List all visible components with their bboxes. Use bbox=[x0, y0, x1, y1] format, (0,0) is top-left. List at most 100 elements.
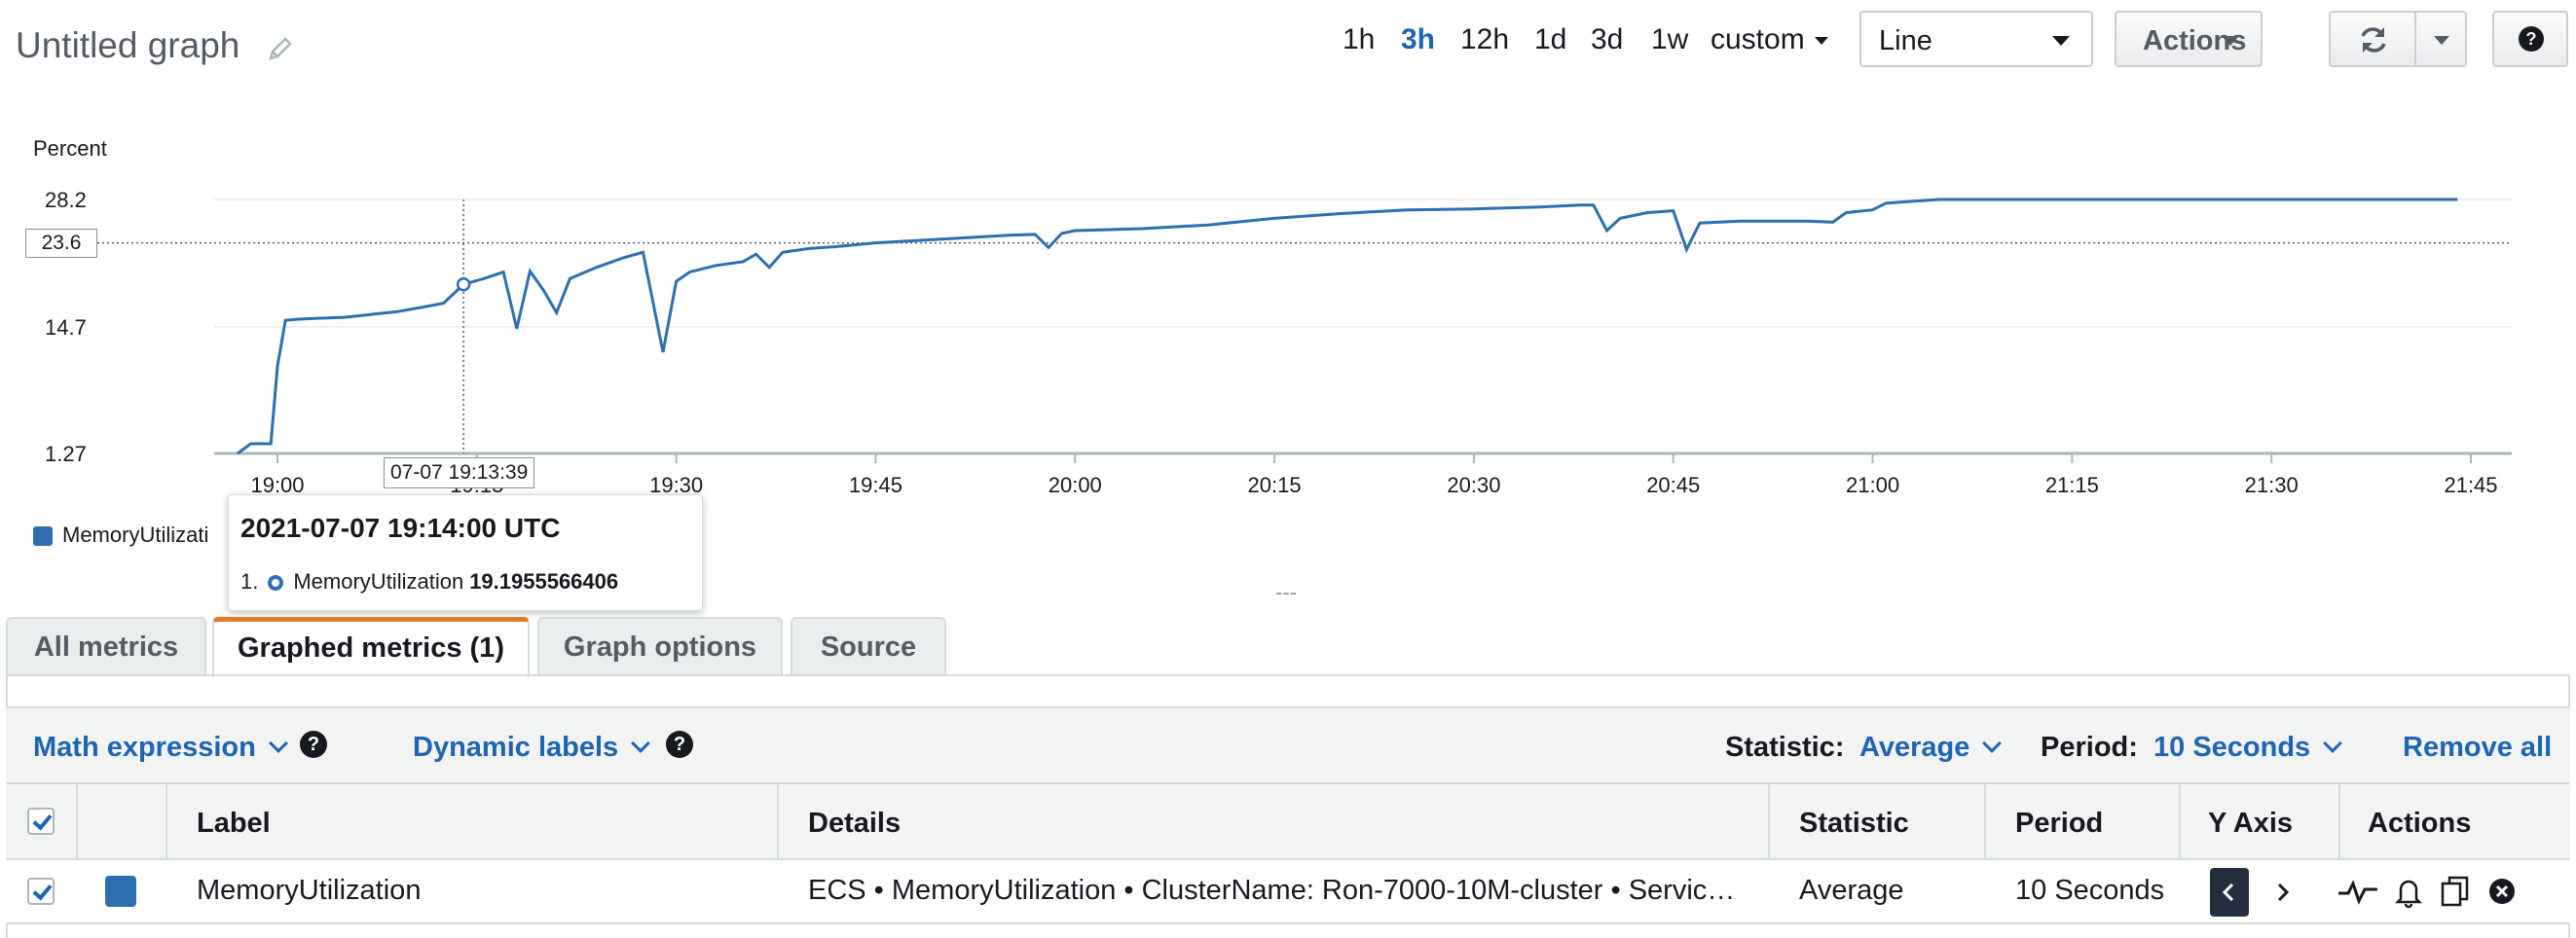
y-tick-label: 1.27 bbox=[45, 442, 87, 466]
range-custom-dropdown[interactable]: custom bbox=[1711, 23, 1828, 56]
help-icon: ? bbox=[2519, 26, 2544, 52]
math-expression-label: Math expression bbox=[33, 732, 256, 763]
caret-down-icon bbox=[2222, 36, 2239, 46]
column-header-y-axis[interactable]: Y Axis bbox=[2208, 808, 2293, 840]
chart-legend[interactable]: MemoryUtilizati bbox=[33, 523, 208, 548]
table-header: Label Details Statistic Period Y Axis Ac… bbox=[6, 784, 2570, 860]
chevron-right-icon bbox=[2277, 883, 2290, 902]
line-chart[interactable]: Percent 28.214.71.27 19:0019:1519:3019:4… bbox=[0, 117, 2576, 506]
chevron-down-icon bbox=[631, 734, 651, 753]
table-row[interactable]: MemoryUtilization ECS • MemoryUtilizatio… bbox=[6, 860, 2570, 924]
math-expression-dropdown[interactable]: Math expression bbox=[33, 732, 288, 764]
hover-point bbox=[456, 276, 471, 292]
crosshair-value-label: 23.6 bbox=[25, 229, 97, 258]
select-all-checkbox[interactable] bbox=[27, 808, 55, 835]
caret-down-icon bbox=[2434, 36, 2449, 45]
range-3h[interactable]: 3h bbox=[1401, 23, 1435, 56]
crosshair-time-label: 07-07 19:13:39 bbox=[384, 457, 535, 488]
column-divider bbox=[1984, 784, 1986, 858]
tab-source[interactable]: Source bbox=[791, 617, 946, 675]
copy-icon[interactable] bbox=[2438, 874, 2473, 909]
color-swatch[interactable] bbox=[105, 876, 136, 907]
x-tick-label: 21:15 bbox=[2045, 473, 2099, 497]
column-divider bbox=[1768, 784, 1770, 858]
tooltip-metric: MemoryUtilization bbox=[293, 569, 464, 594]
sparkline-icon[interactable] bbox=[2337, 874, 2379, 909]
graph-title: Untitled graph bbox=[16, 25, 240, 65]
caret-down-icon bbox=[1814, 37, 1828, 46]
column-header-statistic[interactable]: Statistic bbox=[1799, 808, 1909, 840]
series-marker-icon bbox=[268, 575, 284, 592]
column-header-actions: Actions bbox=[2368, 808, 2472, 839]
refresh-icon bbox=[2361, 27, 2386, 53]
legend-swatch bbox=[33, 526, 53, 547]
range-1w[interactable]: 1w bbox=[1651, 23, 1688, 56]
range-1d[interactable]: 1d bbox=[1534, 23, 1566, 56]
y-axis-left-button[interactable] bbox=[2210, 868, 2249, 917]
refresh-options-dropdown[interactable] bbox=[2414, 11, 2467, 67]
tooltip-title: 2021-07-07 19:14:00 UTC bbox=[240, 513, 561, 543]
row-statistic[interactable]: Average bbox=[1799, 875, 1974, 907]
data-tooltip: 2021-07-07 19:14:00 UTC 1. MemoryUtilizat… bbox=[228, 494, 703, 611]
row-period[interactable]: 10 Seconds bbox=[2015, 875, 2171, 907]
x-tick-label: 19:45 bbox=[849, 473, 902, 497]
statistic-label: Statistic: bbox=[1725, 732, 1845, 763]
y-tick-label: 14.7 bbox=[45, 315, 87, 340]
bell-icon[interactable] bbox=[2391, 874, 2426, 909]
column-divider bbox=[777, 784, 779, 858]
statistic-dropdown[interactable]: Average bbox=[1859, 732, 2003, 764]
row-checkbox[interactable] bbox=[27, 878, 55, 905]
y-axis-label: Percent bbox=[33, 136, 107, 161]
chevron-down-icon bbox=[1982, 734, 2003, 753]
graph-type-select[interactable]: Line bbox=[1859, 11, 2093, 67]
column-header-period[interactable]: Period bbox=[2015, 808, 2103, 840]
x-tick-label: 20:45 bbox=[1646, 473, 1700, 497]
period-dropdown[interactable]: 10 Seconds bbox=[2153, 732, 2343, 764]
tab-graph-options[interactable]: Graph options bbox=[537, 617, 783, 675]
column-divider bbox=[2338, 784, 2340, 858]
grid bbox=[214, 198, 2512, 455]
x-tick-label: 20:30 bbox=[1447, 473, 1500, 497]
refresh-button[interactable] bbox=[2329, 11, 2416, 67]
caret-down-icon bbox=[2052, 36, 2070, 46]
remove-all-link[interactable]: Remove all bbox=[2403, 732, 2552, 764]
close-icon[interactable] bbox=[2484, 874, 2520, 909]
chevron-left-icon bbox=[2222, 883, 2234, 902]
help-button[interactable]: ? bbox=[2492, 11, 2568, 67]
x-axis-ticks: 19:0019:1519:3019:4520:0020:1520:3020:45… bbox=[250, 453, 2498, 497]
dynamic-labels-dropdown[interactable]: Dynamic labels bbox=[413, 732, 651, 764]
column-divider bbox=[2179, 784, 2181, 858]
x-tick-label: 21:45 bbox=[2444, 473, 2497, 497]
svg-text:?: ? bbox=[2526, 29, 2537, 49]
tooltip-value: 19.1955566406 bbox=[469, 569, 619, 594]
tab-graphed-metrics[interactable]: Graphed metrics (1) bbox=[212, 617, 530, 677]
pencil-icon[interactable] bbox=[267, 35, 294, 62]
chevron-down-icon bbox=[2323, 734, 2343, 753]
range-12h[interactable]: 12h bbox=[1460, 23, 1509, 56]
tooltip-row: 1. MemoryUtilization 19.1955566406 bbox=[240, 569, 618, 595]
resize-handle[interactable]: --- bbox=[1275, 580, 1297, 605]
row-details: ECS • MemoryUtilization • ClusterName: R… bbox=[808, 875, 1736, 906]
range-custom-label: custom bbox=[1711, 23, 1805, 55]
dynamic-labels-label: Dynamic labels bbox=[413, 732, 619, 763]
x-tick-label: 21:30 bbox=[2245, 473, 2299, 497]
help-icon[interactable]: ? bbox=[300, 731, 327, 758]
column-header-label[interactable]: Label bbox=[197, 808, 271, 840]
column-header-details[interactable]: Details bbox=[808, 808, 901, 840]
range-1h[interactable]: 1h bbox=[1343, 23, 1375, 56]
graph-type-value: Line bbox=[1879, 25, 1932, 56]
statistic-value: Average bbox=[1859, 732, 1970, 763]
tooltip-index: 1. bbox=[240, 569, 259, 594]
y-axis-right-button[interactable] bbox=[2263, 868, 2301, 917]
metrics-toolbar: Math expression ? Dynamic labels ? Stati… bbox=[6, 706, 2570, 784]
range-3d[interactable]: 3d bbox=[1591, 23, 1623, 56]
tab-all-metrics[interactable]: All metrics bbox=[6, 617, 206, 675]
x-tick-label: 21:00 bbox=[1846, 473, 1899, 497]
period-value: 10 Seconds bbox=[2153, 732, 2311, 763]
column-divider bbox=[76, 784, 78, 858]
period-label: Period: bbox=[2041, 732, 2138, 763]
actions-button[interactable]: Actions bbox=[2115, 11, 2263, 67]
row-label[interactable]: MemoryUtilization bbox=[197, 875, 761, 907]
chevron-down-icon bbox=[268, 734, 288, 753]
help-icon[interactable]: ? bbox=[666, 731, 693, 758]
